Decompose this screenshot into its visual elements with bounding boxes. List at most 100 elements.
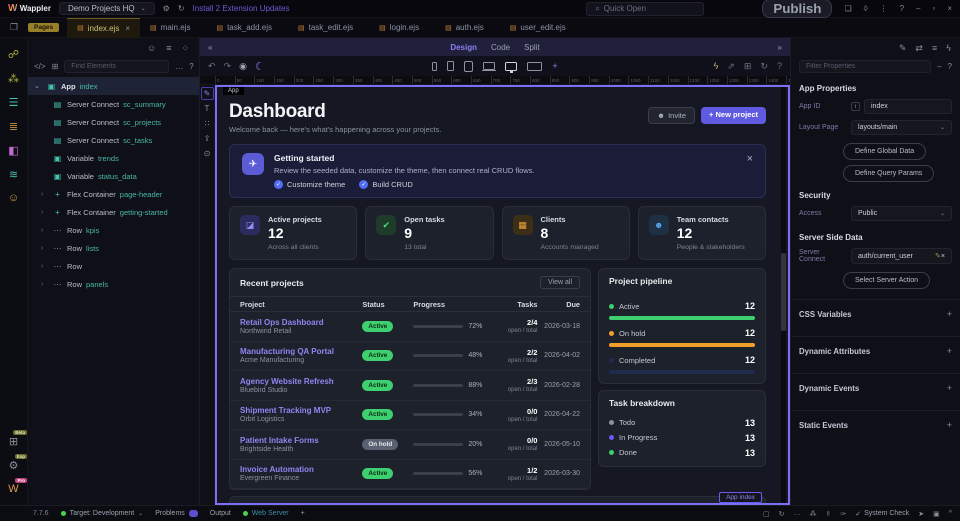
collapsed-section[interactable]: Dynamic Attributes +	[791, 336, 960, 365]
rail-bottom-icon[interactable]: ⚙ Exp	[0, 453, 27, 477]
tree-item[interactable]: › ▤ Server Connect sc_tasks	[28, 131, 199, 149]
code-view-icon[interactable]: </>	[34, 62, 46, 71]
plus-icon[interactable]: +	[947, 346, 952, 356]
tablet-device-icon[interactable]	[464, 61, 473, 72]
filter-properties-input[interactable]	[799, 60, 931, 73]
chevron-right-icon[interactable]: ›	[41, 227, 48, 234]
collapsed-section[interactable]: Static Events +	[791, 410, 960, 439]
publish-button[interactable]: Publish	[762, 0, 832, 18]
help-icon[interactable]: ?	[777, 61, 782, 71]
file-tab[interactable]: ▤ task_edit.ejs	[288, 18, 369, 38]
layout-page-select[interactable]: layouts/main⌄	[851, 120, 952, 135]
help-icon[interactable]: ?	[948, 62, 952, 71]
view-mode-tab[interactable]: Split	[524, 43, 540, 52]
brush-icon[interactable]: ✑	[840, 510, 846, 518]
tree-item[interactable]: › + Flex Container getting-started	[28, 203, 199, 221]
network-icon[interactable]: ⁂	[809, 510, 816, 518]
project-link[interactable]: Retail Ops Dashboard	[240, 318, 362, 327]
view-mode-tab[interactable]: Code	[491, 43, 510, 52]
edit-icon[interactable]: ✎	[899, 43, 907, 54]
project-link[interactable]: Agency Website Refresh	[240, 377, 362, 386]
table-row[interactable]: Patient Intake Forms Brightside Health O…	[230, 430, 590, 460]
app-id-field[interactable]: index	[864, 99, 952, 114]
pages-icon[interactable]: ❐	[0, 22, 28, 33]
server-connect-field[interactable]: auth/current_user✎×	[851, 248, 952, 264]
shuffle-icon[interactable]: ⇄	[915, 43, 923, 54]
widescreen-device-icon[interactable]	[527, 62, 542, 71]
tree-item[interactable]: › ⋯ Row kpis	[28, 221, 199, 239]
file-tab[interactable]: ▤ user_edit.ejs	[500, 18, 582, 38]
view-mode-tab[interactable]: Design	[450, 43, 477, 52]
project-link[interactable]: Patient Intake Forms	[240, 436, 362, 445]
lightning-icon[interactable]: ϟ	[714, 61, 719, 71]
tree-item[interactable]: › ⋯ Row panels	[28, 275, 199, 293]
lightning-icon[interactable]: ϟ	[946, 43, 951, 53]
web-server-status[interactable]: Web Server	[243, 510, 289, 517]
project-link[interactable]: Invoice Automation	[240, 465, 362, 474]
file-tab[interactable]: ▤ login.ejs	[369, 18, 435, 38]
undo-icon[interactable]: ↶	[208, 61, 216, 72]
file-tab[interactable]: ▤ task_add.ejs	[206, 18, 288, 38]
file-tab[interactable]: ▤ auth.ejs	[435, 18, 500, 38]
upload-tool-icon[interactable]: ⇧	[201, 132, 214, 145]
rail-icon[interactable]: ≋	[0, 162, 27, 186]
desktop-device-icon[interactable]	[505, 62, 517, 71]
text-tool-icon[interactable]: T	[201, 102, 214, 115]
phone-device-icon[interactable]	[432, 62, 437, 71]
select-server-action-button[interactable]: Select Server Action	[843, 272, 930, 289]
table-row[interactable]: Shipment Tracking MVP Orbit Logistics Ac…	[230, 401, 590, 431]
system-check[interactable]: ✓System Check	[855, 510, 909, 518]
tree-item[interactable]: › ▣ Variable status_data	[28, 167, 199, 185]
project-selector[interactable]: Demo Projects HQ⌄	[59, 2, 155, 15]
define-global-data-button[interactable]: Define Global Data	[843, 143, 926, 160]
collapse-right-icon[interactable]: »	[778, 43, 782, 52]
tree-item[interactable]: › ▣ Variable trends	[28, 149, 199, 167]
project-link[interactable]: Manufacturing QA Portal	[240, 347, 362, 356]
project-link[interactable]: Shipment Tracking MVP	[240, 406, 362, 415]
component-tool-icon[interactable]: ∷	[201, 117, 214, 130]
scrollbar-thumb[interactable]	[781, 253, 786, 331]
help-icon[interactable]: ?	[900, 4, 904, 13]
view-all-button[interactable]: View all	[540, 276, 580, 289]
more-icon[interactable]: …	[175, 62, 183, 71]
cleanup-icon[interactable]: ▣	[933, 510, 940, 518]
plus-icon[interactable]: +	[947, 420, 952, 430]
phablet-device-icon[interactable]	[447, 61, 454, 71]
rail-icon[interactable]: ≣	[0, 114, 27, 138]
add-panel-icon[interactable]: +	[301, 510, 305, 517]
help-icon[interactable]: ?	[189, 62, 193, 71]
clear-x-icon[interactable]: ×	[941, 253, 945, 260]
edit-tool-icon[interactable]: ✎	[201, 87, 214, 100]
find-elements-input[interactable]	[64, 60, 169, 73]
banner-close-icon[interactable]: ×	[747, 153, 753, 189]
problems-button[interactable]: Problems	[155, 510, 198, 517]
define-query-params-button[interactable]: Define Query Params	[843, 165, 934, 182]
table-row[interactable]: Invoice Automation Evergreen Finance Act…	[230, 460, 590, 490]
file-tab[interactable]: ▤ index.ejs ×	[67, 18, 140, 38]
theme-droplet-icon[interactable]: ◊	[864, 4, 868, 13]
export-icon[interactable]: ⇗	[727, 61, 735, 72]
redo-icon[interactable]: ↷	[224, 61, 232, 72]
screenshot-camera-icon[interactable]: ◉	[239, 61, 247, 72]
dash-icon[interactable]: –	[937, 62, 941, 71]
rail-bottom-icon[interactable]: W Pro	[0, 477, 27, 501]
grid-apps-icon[interactable]: ⊞	[744, 61, 752, 72]
rail-icon[interactable]: ☰	[0, 90, 27, 114]
chevron-down-icon[interactable]: ⌄	[34, 82, 42, 90]
collapsed-section[interactable]: Dynamic Events +	[791, 373, 960, 402]
tree-view-icon[interactable]: ⊞	[52, 62, 59, 71]
chevron-right-icon[interactable]: ›	[41, 191, 48, 198]
thumbs-up-icon[interactable]: ✌	[825, 510, 831, 518]
layout-columns-icon[interactable]: ❏	[844, 4, 851, 13]
panel-toggle-icon[interactable]: ▢	[763, 510, 770, 518]
list-view-icon[interactable]: ≡	[166, 43, 171, 53]
fit-move-icon[interactable]: +	[552, 62, 557, 71]
more-icon[interactable]: …	[793, 510, 800, 517]
deploy-icon[interactable]: ➤	[918, 510, 924, 518]
rail-icon[interactable]: ⁂	[0, 66, 27, 90]
tab-close-icon[interactable]: ×	[125, 24, 130, 33]
rail-icon[interactable]: ☍	[0, 42, 27, 66]
tree-item[interactable]: › ▤ Server Connect sc_summary	[28, 95, 199, 113]
chevron-right-icon[interactable]: ›	[41, 245, 48, 252]
quick-open-box[interactable]: ⌕Quick Open	[586, 2, 704, 16]
